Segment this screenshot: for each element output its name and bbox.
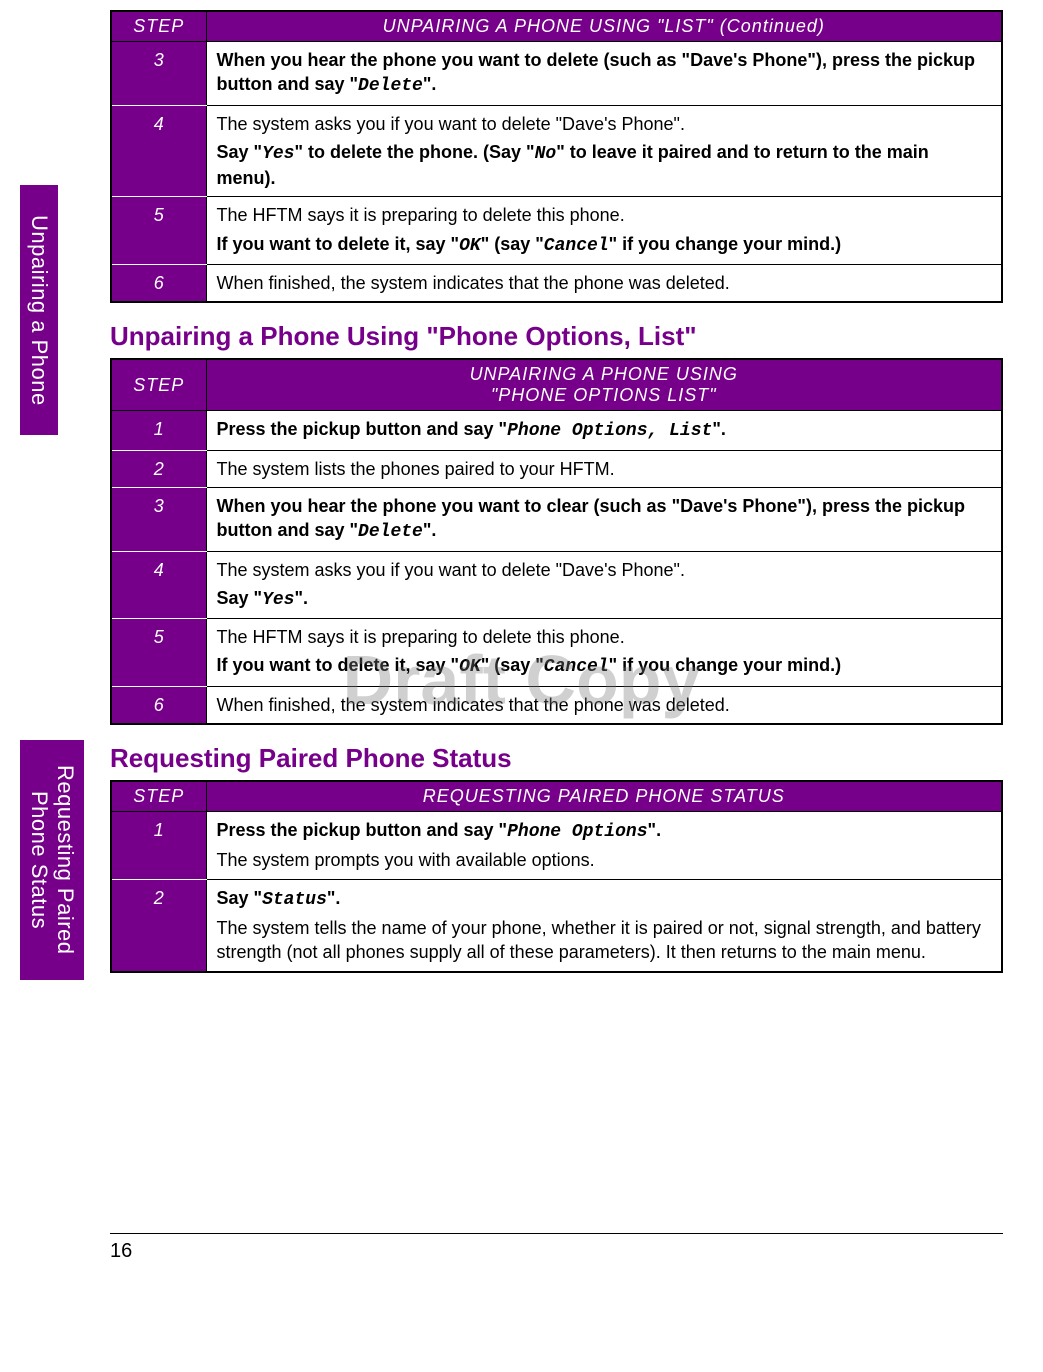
table-unpair-list-continued: STEP UNPAIRING A PHONE USING "LIST" (Con… bbox=[110, 10, 1003, 303]
col-title: UNPAIRING A PHONE USING "PHONE OPTIONS L… bbox=[206, 359, 1002, 411]
table-row: 3 When you hear the phone you want to cl… bbox=[111, 487, 1002, 551]
table-header-row: STEP REQUESTING PAIRED PHONE STATUS bbox=[111, 781, 1002, 812]
step-number: 3 bbox=[111, 487, 206, 551]
step-number: 5 bbox=[111, 197, 206, 265]
step-number: 2 bbox=[111, 879, 206, 971]
side-tab-unpairing: Unpairing a Phone bbox=[20, 185, 58, 435]
table-header-row: STEP UNPAIRING A PHONE USING "LIST" (Con… bbox=[111, 11, 1002, 42]
side-tab-label-line1: Requesting Paired bbox=[52, 754, 78, 966]
step-text: When finished, the system indicates that… bbox=[206, 265, 1002, 303]
col-step: STEP bbox=[111, 781, 206, 812]
step-text: When you hear the phone you want to clea… bbox=[206, 487, 1002, 551]
table-row: 1 Press the pickup button and say "Phone… bbox=[111, 812, 1002, 880]
side-tab-label-line2: Phone Status bbox=[26, 754, 52, 966]
col-step: STEP bbox=[111, 11, 206, 42]
table-row: 4 The system asks you if you want to del… bbox=[111, 105, 1002, 197]
page-footer: 16 bbox=[110, 1233, 1003, 1263]
step-number: 1 bbox=[111, 812, 206, 880]
step-number: 3 bbox=[111, 42, 206, 106]
table-row: 1 Press the pickup button and say "Phone… bbox=[111, 411, 1002, 450]
table-row: 5 The HFTM says it is preparing to delet… bbox=[111, 619, 1002, 687]
step-text: The system asks you if you want to delet… bbox=[206, 551, 1002, 619]
table-row: 2 The system lists the phones paired to … bbox=[111, 450, 1002, 487]
step-text: The system lists the phones paired to yo… bbox=[206, 450, 1002, 487]
step-text: Press the pickup button and say "Phone O… bbox=[206, 411, 1002, 450]
page-number: 16 bbox=[110, 1240, 132, 1262]
table-row: 2 Say "Status". The system tells the nam… bbox=[111, 879, 1002, 971]
section-heading-requesting-status: Requesting Paired Phone Status bbox=[110, 743, 1003, 774]
step-text: Say "Status". The system tells the name … bbox=[206, 879, 1002, 971]
table-row: 6 When finished, the system indicates th… bbox=[111, 265, 1002, 303]
table-row: 3 When you hear the phone you want to de… bbox=[111, 42, 1002, 106]
step-number: 6 bbox=[111, 265, 206, 303]
table-header-row: STEP UNPAIRING A PHONE USING "PHONE OPTI… bbox=[111, 359, 1002, 411]
table-row: 5 The HFTM says it is preparing to delet… bbox=[111, 197, 1002, 265]
table-requesting-status: STEP REQUESTING PAIRED PHONE STATUS 1 Pr… bbox=[110, 780, 1003, 972]
step-number: 2 bbox=[111, 450, 206, 487]
side-tab-label: Unpairing a Phone bbox=[27, 215, 52, 406]
col-title: REQUESTING PAIRED PHONE STATUS bbox=[206, 781, 1002, 812]
table-row: 6 When finished, the system indicates th… bbox=[111, 686, 1002, 724]
step-text: When finished, the system indicates that… bbox=[206, 686, 1002, 724]
step-text: The HFTM says it is preparing to delete … bbox=[206, 619, 1002, 687]
col-title: UNPAIRING A PHONE USING "LIST" (Continue… bbox=[206, 11, 1002, 42]
table-unpair-phone-options: STEP UNPAIRING A PHONE USING "PHONE OPTI… bbox=[110, 358, 1003, 725]
step-number: 6 bbox=[111, 686, 206, 724]
table-row: 4 The system asks you if you want to del… bbox=[111, 551, 1002, 619]
step-number: 1 bbox=[111, 411, 206, 450]
section-heading-unpair-options: Unpairing a Phone Using "Phone Options, … bbox=[110, 321, 1003, 352]
step-text: The system asks you if you want to delet… bbox=[206, 105, 1002, 197]
step-number: 4 bbox=[111, 105, 206, 197]
step-number: 4 bbox=[111, 551, 206, 619]
side-tab-requesting: Requesting Paired Phone Status bbox=[20, 740, 84, 980]
document-page: Unpairing a Phone Requesting Paired Phon… bbox=[0, 0, 1043, 1303]
step-text: When you hear the phone you want to dele… bbox=[206, 42, 1002, 106]
step-text: Press the pickup button and say "Phone O… bbox=[206, 812, 1002, 880]
col-step: STEP bbox=[111, 359, 206, 411]
step-number: 5 bbox=[111, 619, 206, 687]
step-text: The HFTM says it is preparing to delete … bbox=[206, 197, 1002, 265]
